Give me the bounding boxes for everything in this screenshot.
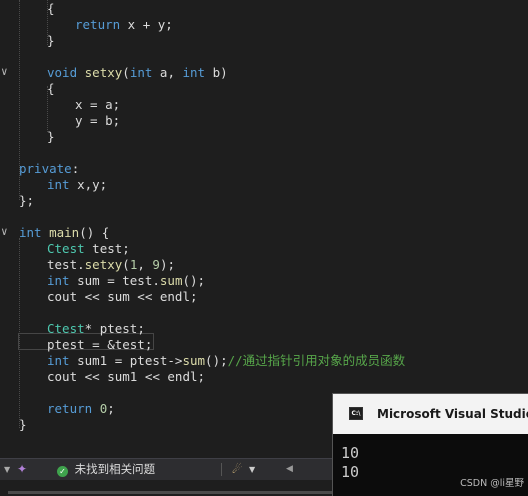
code-token: void: [47, 65, 78, 80]
code-line[interactable]: y = b;: [75, 113, 120, 129]
code-token: };: [19, 193, 35, 208]
code-token: y = b;: [75, 113, 121, 128]
code-token: sum: [182, 353, 206, 368]
code-editor[interactable]: ∨ ∨ {return x + y;} void setxy(int a, int…: [0, 0, 528, 458]
scroll-left-arrow-icon[interactable]: ◀: [286, 459, 293, 480]
code-token: ();: [182, 273, 206, 288]
code-token: int: [47, 353, 70, 368]
code-line[interactable]: {: [47, 1, 55, 17]
code-token: cout << sum1 << endl;: [47, 369, 206, 384]
intellicode-icon[interactable]: ✦: [17, 459, 27, 480]
status-separator: [221, 463, 222, 476]
code-token: int: [182, 65, 206, 80]
code-token: {: [47, 81, 55, 96]
code-token: int: [129, 65, 153, 80]
code-line[interactable]: {: [47, 81, 55, 97]
code-token: Ctest: [47, 241, 85, 256]
code-token: ptest = &test;: [47, 337, 153, 352]
code-token: (: [122, 257, 130, 272]
code-token: main: [49, 225, 80, 240]
code-line[interactable]: Ctest test;: [47, 241, 130, 257]
code-token: );: [159, 257, 175, 272]
code-token: :: [71, 161, 80, 176]
console-titlebar[interactable]: C:\ Microsoft Visual Studio 调试: [333, 394, 528, 434]
code-token: test;: [84, 241, 130, 256]
code-token: return: [47, 401, 93, 416]
code-token: }: [19, 417, 27, 432]
console-app-icon: C:\: [349, 407, 363, 420]
issues-indicator[interactable]: ✓ 未找到相关问题: [57, 459, 155, 480]
code-line[interactable]: cout << sum << endl;: [47, 289, 198, 305]
code-token: ;: [107, 401, 115, 416]
code-token: }: [47, 129, 55, 144]
code-token: 9: [152, 257, 160, 272]
console-output-line: 10: [341, 463, 360, 481]
code-token: setxy: [84, 65, 123, 80]
code-token: int: [47, 273, 70, 288]
code-token: b): [205, 65, 228, 80]
code-token: private: [19, 161, 72, 176]
code-token: sum = test.: [69, 273, 160, 288]
code-line[interactable]: Ctest* ptest;: [47, 321, 145, 337]
watermark: CSDN @li星野: [460, 478, 524, 489]
code-token: x + y;: [120, 17, 173, 32]
code-token: () {: [79, 225, 110, 240]
code-token: sum1 = ptest->: [69, 353, 183, 368]
code-token: }: [47, 33, 55, 48]
code-token: * ptest;: [84, 321, 145, 336]
code-token: sum: [159, 273, 183, 288]
code-line[interactable]: return x + y;: [75, 17, 173, 33]
code-line[interactable]: private:: [19, 161, 79, 177]
code-line[interactable]: }: [47, 33, 55, 49]
fold-chevron-icon[interactable]: ∨: [1, 226, 11, 237]
code-token: a,: [152, 65, 183, 80]
code-token: x = a;: [75, 97, 121, 112]
code-token: setxy: [84, 257, 123, 272]
code-token: ();: [205, 353, 228, 368]
code-token: test.: [47, 257, 85, 272]
code-line[interactable]: int main() {: [19, 225, 109, 241]
code-line[interactable]: return 0;: [47, 401, 115, 417]
code-token: int: [19, 225, 42, 240]
code-token: {: [47, 1, 55, 16]
console-output-line: 10: [341, 444, 360, 462]
code-token: cout << sum << endl;: [47, 289, 198, 304]
issues-label: 未找到相关问题: [74, 462, 156, 476]
code-line[interactable]: };: [19, 193, 34, 209]
code-line[interactable]: }: [47, 129, 55, 145]
fold-chevron-icon[interactable]: ∨: [1, 66, 11, 77]
code-token: (: [122, 65, 130, 80]
code-line[interactable]: cout << sum1 << endl;: [47, 369, 205, 385]
console-title: Microsoft Visual Studio 调试: [377, 407, 528, 421]
code-token: Ctest: [47, 321, 85, 336]
status-bar: ▼ ✦ ✓ 未找到相关问题 ☄ ▼ ◀: [0, 458, 332, 480]
code-token: x,y;: [69, 177, 108, 192]
code-token: ,: [137, 257, 153, 272]
code-line[interactable]: int x,y;: [47, 177, 107, 193]
code-line[interactable]: ptest = &test;: [47, 337, 152, 353]
code-token: return: [75, 17, 121, 32]
horizontal-scrollbar[interactable]: [0, 480, 332, 496]
code-token: //通过指针引用对象的成员函数: [227, 353, 406, 368]
code-line[interactable]: }: [19, 417, 27, 433]
status-dropdown-arrow-icon[interactable]: ▼: [4, 459, 10, 480]
brush-dropdown-arrow-icon[interactable]: ▼: [249, 459, 255, 480]
code-token: int: [47, 177, 70, 192]
scrollbar-thumb[interactable]: [8, 491, 332, 494]
code-line[interactable]: x = a;: [75, 97, 120, 113]
code-line[interactable]: int sum = test.sum();: [47, 273, 205, 289]
code-line[interactable]: int sum1 = ptest->sum();//通过指针引用对象的成员函数: [47, 353, 405, 369]
brush-icon[interactable]: ☄: [232, 459, 242, 480]
code-line[interactable]: test.setxy(1, 9);: [47, 257, 175, 273]
code-line[interactable]: void setxy(int a, int b): [47, 65, 228, 81]
check-circle-icon: ✓: [57, 466, 68, 477]
